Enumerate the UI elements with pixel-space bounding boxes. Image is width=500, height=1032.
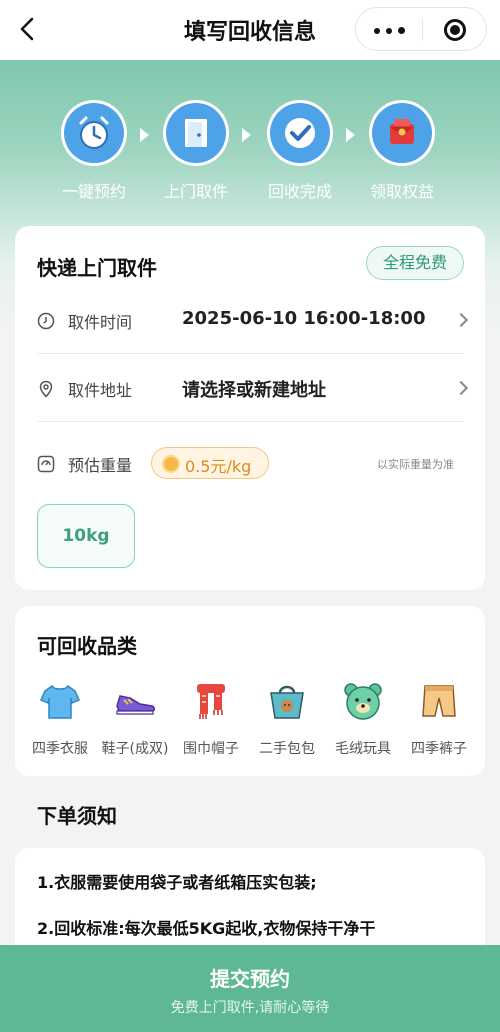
step-pickup: 上门取件 [146,100,246,202]
more-button[interactable] [356,8,422,52]
back-button[interactable] [14,15,42,43]
category-label: 二手包包 [259,741,315,757]
divider [37,353,464,354]
category-item[interactable]: 二手包包 [249,678,325,758]
pants-icon [422,685,456,717]
category-label: 鞋子(成双) [101,741,169,757]
pickup-card: 快递上门取件 全程免费 取件时间 2025-06-10 16:00-18:00 … [15,226,485,590]
scale-icon [37,455,55,473]
alarm-clock-icon [79,116,109,149]
price-text: 0.5元/kg [185,457,252,476]
step-appointment: 一键预约 [44,100,144,202]
handbag-icon [270,685,304,719]
categories-title: 可回收品类 [37,634,137,658]
weight-label: 预估重量 [68,456,133,475]
step-label: 上门取件 [163,182,228,201]
price-pill: 0.5元/kg [151,447,269,479]
category-item[interactable]: 四季衣服 [22,678,98,758]
free-badge: 全程免费 [366,246,464,280]
pickup-address-label: 取件地址 [68,381,133,400]
pickup-time-row[interactable]: 取件时间 2025-06-10 16:00-18:00 [15,288,485,354]
notice-item: 1.衣服需要使用袋子或者纸箱压实包装; [37,873,317,892]
pickup-title: 快递上门取件 [37,256,157,280]
step-label: 一键预约 [61,182,126,201]
close-button[interactable] [423,8,487,52]
divider [37,421,464,422]
tshirt-icon [40,684,80,719]
chevron-left-icon [20,17,34,41]
red-envelope-icon [390,119,414,144]
navbar: 填写回收信息 [0,0,500,60]
check-badge-icon [285,118,315,148]
weight-row: 预估重量 0.5元/kg 以实际重量为准 [15,431,485,497]
categories-card: 可回收品类 四季衣服 鞋子(成双) 围巾帽子 二手包包 毛绒玩具 四季裤子 [15,606,485,776]
category-item[interactable]: 鞋子(成双) [97,678,173,758]
submit-subtext: 免费上门取件,请耐心等待 [170,1000,330,1016]
sneaker-icon [116,695,155,715]
clock-icon [37,312,55,330]
weight-option-button[interactable]: 10kg [37,504,135,568]
plush-bear-icon [344,683,382,720]
category-label: 毛绒玩具 [335,741,391,757]
notice-title: 下单须知 [37,804,117,828]
category-label: 四季衣服 [32,741,88,757]
chevron-right-icon [453,312,469,328]
category-item[interactable]: 围巾帽子 [173,678,249,758]
category-label: 四季裤子 [411,741,467,757]
pickup-address-value: 请选择或新建地址 [182,380,326,401]
pickup-time-label: 取件时间 [68,313,133,332]
step-benefits: 领取权益 [352,100,452,202]
category-item[interactable]: 毛绒玩具 [325,678,401,758]
category-item[interactable]: 四季裤子 [401,678,477,758]
step-label: 领取权益 [369,182,434,201]
weight-note: 以实际重量为准 [377,458,454,471]
pickup-time-value: 2025-06-10 16:00-18:00 [182,308,426,329]
mini-program-capsule [355,7,487,51]
submit-button[interactable]: 提交预约 免费上门取件,请耐心等待 [0,945,500,1032]
chevron-right-icon [453,380,469,396]
coin-icon [162,455,180,473]
pickup-address-row[interactable]: 取件地址 请选择或新建地址 [15,356,485,422]
submit-label: 提交预约 [210,967,290,991]
location-pin-icon [39,380,53,398]
step-complete: 回收完成 [250,100,350,202]
notice-item: 2.回收标准:每次最低5KG起收,衣物保持干净干 [37,919,376,938]
door-icon [185,119,207,147]
step-label: 回收完成 [267,182,332,201]
category-label: 围巾帽子 [183,741,239,757]
process-steps: 一键预约 上门取件 回收完成 领取权益 [0,100,500,210]
scarf-icon [197,684,225,719]
